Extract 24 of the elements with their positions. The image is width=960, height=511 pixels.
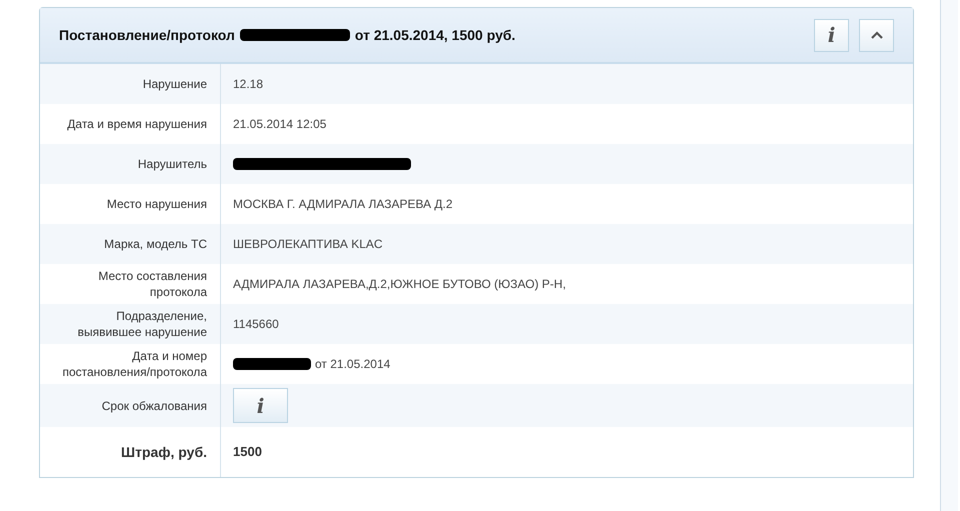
field-value: 21.05.2014 12:05 xyxy=(233,116,326,133)
field-value: 1500 xyxy=(233,443,262,462)
field-label: Дата и время нарушения xyxy=(67,116,207,132)
chevron-icon xyxy=(870,31,882,39)
field-label: Срок обжалования xyxy=(102,398,207,414)
field-label: Марка, модель ТС xyxy=(104,236,207,252)
field-value: 1145660 xyxy=(233,316,279,333)
field-label: Подразделение, выявившее нарушение xyxy=(76,308,207,340)
panel-title: Постановление/протокол xyxy=(59,26,235,45)
info-button[interactable]: i xyxy=(233,388,288,423)
field-label: Нарушение xyxy=(142,76,207,92)
field-value: МОСКВА Г. АДМИРАЛА ЛАЗАРЕВА Д.2 xyxy=(233,196,453,213)
field-value: АДМИРАЛА ЛАЗАРЕВА,Д.2,ЮЖНОЕ БУТОВО (ЮЗАО) Р-Н, xyxy=(233,276,566,293)
field-value: 12.18 xyxy=(233,76,264,93)
field-value: от 21.05.2014 xyxy=(315,356,390,373)
field-label: Место нарушения xyxy=(106,196,207,212)
field-label: Нарушитель xyxy=(138,156,207,172)
collapse-button[interactable] xyxy=(859,18,894,52)
field-label: Место составления протокола xyxy=(97,268,207,300)
field-label: Дата и номер постановления/протокола xyxy=(61,348,207,380)
field-label: Штраф, руб. xyxy=(121,444,207,460)
panel-title-date: от 21.05.2014, 1500 руб. xyxy=(354,26,516,45)
info-button[interactable]: i xyxy=(814,18,849,52)
field-value: ШЕВРОЛЕКАПТИВА KLAC xyxy=(233,236,383,253)
